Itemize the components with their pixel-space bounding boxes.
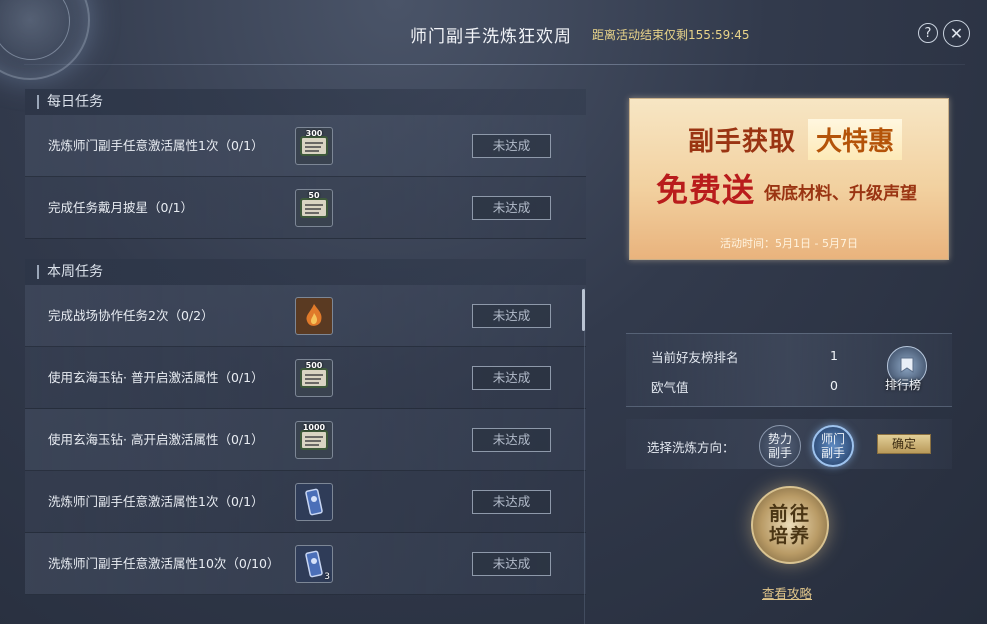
item-count: 3 bbox=[324, 572, 330, 582]
scroll-icon[interactable]: 1000 bbox=[295, 421, 333, 459]
banner-free-gift: 免费送 bbox=[656, 171, 756, 209]
item-quantity: 50 bbox=[308, 191, 320, 200]
fire-item-icon[interactable] bbox=[295, 297, 333, 335]
task-status-button[interactable]: 未达成 bbox=[472, 490, 551, 514]
list-divider bbox=[584, 288, 585, 624]
help-button[interactable]: ? bbox=[918, 23, 938, 43]
help-icon: ? bbox=[924, 25, 932, 41]
view-guide-link[interactable]: 查看攻略 bbox=[762, 583, 812, 602]
scroll-icon[interactable]: 300 bbox=[295, 127, 333, 165]
banner-headline: 副手获取 bbox=[688, 127, 797, 157]
item-quantity: 300 bbox=[305, 129, 323, 138]
task-status-button[interactable]: 未达成 bbox=[472, 134, 551, 158]
task-name: 洗炼师门副手任意激活属性1次（0/1） bbox=[48, 138, 264, 153]
task-row: 使用玄海玉钻· 高开启激活属性（0/1） 1000 未达成 bbox=[25, 409, 586, 471]
daily-task-list: 洗炼师门副手任意激活属性1次（0/1） 300 未达成 完成任务戴月披星（0/1… bbox=[25, 115, 586, 239]
task-name: 洗炼师门副手任意激活属性10次（0/10） bbox=[48, 556, 280, 571]
task-row: 使用玄海玉钻· 普开启激活属性（0/1） 500 未达成 bbox=[25, 347, 586, 409]
task-status-button[interactable]: 未达成 bbox=[472, 366, 551, 390]
task-name: 完成战场协作任务2次（0/2） bbox=[48, 308, 214, 323]
friend-rank-label: 当前好友榜排名 bbox=[651, 350, 739, 365]
close-icon: ✕ bbox=[949, 24, 964, 43]
task-status-button[interactable]: 未达成 bbox=[472, 304, 551, 328]
task-name: 使用玄海玉钻· 高开启激活属性（0/1） bbox=[48, 432, 264, 447]
task-name: 完成任务戴月披星（0/1） bbox=[48, 200, 194, 215]
blue-token-icon[interactable]: 3 bbox=[295, 545, 333, 583]
go-cultivate-label: 前往培养 bbox=[768, 503, 811, 547]
direction-option-label: 势力副手 bbox=[767, 432, 792, 460]
leaderboard-label: 排行榜 bbox=[885, 378, 922, 392]
promo-banner: 副手获取 大特惠 免费送 保底材料、升级声望 活动时间：5月1日 - 5月7日 bbox=[629, 98, 949, 260]
task-row: 完成任务戴月披星（0/1） 50 未达成 bbox=[25, 177, 586, 239]
luck-label: 欧气值 bbox=[651, 380, 689, 395]
event-countdown: 距离活动结束仅剩155:59:45 bbox=[592, 28, 750, 42]
direction-option-label: 师门副手 bbox=[820, 432, 845, 460]
luck-value: 0 bbox=[830, 378, 838, 393]
banner-highlight: 大特惠 bbox=[808, 119, 903, 160]
banner-flag-icon bbox=[900, 357, 914, 373]
banner-event-time: 活动时间：5月1日 - 5月7日 bbox=[630, 231, 948, 255]
scroll-icon[interactable]: 500 bbox=[295, 359, 333, 397]
item-quantity: 500 bbox=[305, 361, 323, 370]
direction-label: 选择洗炼方向： bbox=[647, 440, 735, 455]
task-row: 洗炼师门副手任意激活属性1次（0/1） 300 未达成 bbox=[25, 115, 586, 177]
go-cultivate-button[interactable]: 前往培养 bbox=[751, 486, 829, 564]
friend-rank-value: 1 bbox=[830, 348, 838, 363]
direction-option-faction[interactable]: 势力副手 bbox=[759, 425, 801, 467]
close-button[interactable]: ✕ bbox=[943, 20, 970, 47]
confirm-button[interactable]: 确定 bbox=[877, 434, 931, 454]
task-name: 使用玄海玉钻· 普开启激活属性（0/1） bbox=[48, 370, 264, 385]
weekly-tasks-heading: 本周任务 bbox=[25, 259, 586, 285]
task-list-panel[interactable]: 每日任务 洗炼师门副手任意激活属性1次（0/1） 300 未达成 完成任务戴月披… bbox=[25, 89, 586, 624]
direction-option-sect[interactable]: 师门副手 bbox=[812, 425, 854, 467]
daily-tasks-heading: 每日任务 bbox=[25, 89, 586, 115]
item-quantity: 1000 bbox=[302, 423, 326, 432]
task-list-scrollbar[interactable] bbox=[582, 289, 585, 331]
task-row: 完成战场协作任务2次（0/2） 未达成 bbox=[25, 285, 586, 347]
header-divider bbox=[24, 64, 965, 65]
task-name: 洗炼师门副手任意激活属性1次（0/1） bbox=[48, 494, 264, 509]
compass-decoration bbox=[0, 0, 90, 80]
banner-subline: 保底材料、升级声望 bbox=[764, 184, 917, 204]
event-window: 师门副手洗炼狂欢周 距离活动结束仅剩155:59:45 ? ✕ 每日任务 洗炼师… bbox=[0, 0, 987, 624]
blue-token-icon[interactable] bbox=[295, 483, 333, 521]
task-row: 洗炼师门副手任意激活属性10次（0/10） 3 未达成 bbox=[25, 533, 586, 595]
scroll-icon[interactable]: 50 bbox=[295, 189, 333, 227]
weekly-task-list: 完成战场协作任务2次（0/2） 未达成 使用玄海玉钻· 普开启激活属性（0/1）… bbox=[25, 285, 586, 595]
task-status-button[interactable]: 未达成 bbox=[472, 552, 551, 576]
task-status-button[interactable]: 未达成 bbox=[472, 196, 551, 220]
task-status-button[interactable]: 未达成 bbox=[472, 428, 551, 452]
window-title: 师门副手洗炼狂欢周 bbox=[410, 27, 572, 47]
task-row: 洗炼师门副手任意激活属性1次（0/1） 未达成 bbox=[25, 471, 586, 533]
